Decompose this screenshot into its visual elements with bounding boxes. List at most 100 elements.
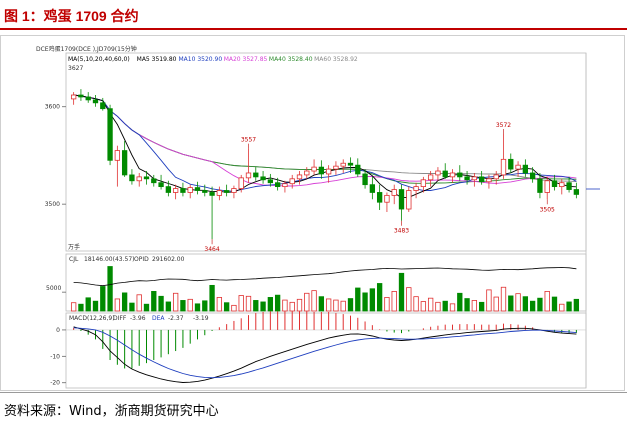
candle-up (245, 172, 252, 179)
volume-bar (121, 292, 128, 312)
candle-up (486, 178, 492, 183)
candle-down (267, 179, 274, 184)
candle-up (340, 162, 346, 167)
candle-down (566, 182, 572, 190)
macd-axis: 0 -10 -20 (50, 327, 66, 387)
volume-bar (107, 266, 113, 312)
volume-bar (180, 300, 186, 312)
top-left-value: 3627 (68, 65, 83, 72)
volume-bar (573, 298, 580, 312)
volume-bar (311, 290, 317, 312)
volume-bar (529, 300, 536, 312)
volume-bar (508, 295, 514, 312)
volume-bar (296, 298, 303, 312)
kline-chart: DCE鸡蛋1709(DCE ),JD709(15分钟 MA(5,10,20,40… (36, 45, 600, 389)
volume-bar (362, 292, 368, 312)
candle-down (318, 166, 325, 175)
volume-legend: CJL 18146.00(43.57) OPID 291602.00 (69, 256, 185, 263)
volume-bar (486, 289, 492, 312)
candle-down (347, 162, 354, 166)
candle-down (85, 96, 91, 101)
dea-value: -2.37 (168, 315, 184, 322)
candle-up (172, 188, 179, 193)
volume-bar (449, 303, 456, 312)
candle-up (406, 190, 412, 210)
candle-up (413, 186, 419, 191)
ma-legend: MA(5,10,20,40,60,0) MA5 3519.80 MA10 3520.… (68, 56, 358, 63)
ma-legend-entry: MA60 3528.92 (314, 56, 358, 63)
volume-bar (231, 304, 237, 312)
candle-up (384, 194, 390, 203)
annotation-label: 3505 (540, 206, 555, 213)
candle-up (70, 94, 77, 100)
candle-down (398, 189, 405, 210)
candle-up (427, 174, 434, 181)
chart-header: DCE鸡蛋1709(DCE ),JD709(15分钟 (36, 45, 137, 53)
diff-value: -3.96 (130, 315, 146, 322)
volume-bar (551, 296, 558, 312)
price-tick-label: 3500 (45, 201, 60, 208)
volume-bar (413, 296, 419, 312)
volume-bar (325, 298, 332, 312)
ma-legend-entry: MA(5,10,20,40,60,0) (68, 56, 130, 63)
candle-down (158, 182, 164, 188)
unit-label: 万手 (68, 243, 80, 251)
candle-down (442, 170, 448, 178)
candle-up (544, 180, 550, 193)
volume-bar (559, 303, 565, 312)
candle-down (78, 94, 84, 98)
oi-value: 291602.00 (152, 256, 185, 263)
volume-bar (493, 296, 499, 312)
annotation-label: 3464 (204, 246, 219, 253)
candle-up (282, 183, 288, 188)
volume-bar (333, 299, 339, 312)
candle-up (493, 174, 499, 180)
volume-bar (158, 295, 164, 312)
candle-up (311, 166, 317, 172)
volume-bar (274, 294, 281, 312)
volume-value: 18146.00(43.57) (84, 256, 135, 263)
candle-down (522, 164, 529, 174)
candle-down (100, 102, 106, 110)
candle-up (296, 174, 303, 180)
candle-down (573, 189, 580, 195)
volume-bar (151, 290, 157, 312)
candle-up (435, 170, 441, 176)
volume-bar (165, 301, 172, 312)
main-plot-bg (65, 52, 587, 252)
volume-bar (187, 298, 193, 312)
candle-down (529, 172, 536, 180)
candle-up (449, 172, 456, 178)
candle-down (107, 108, 113, 161)
volume-bar (537, 297, 543, 312)
candle-up (187, 187, 193, 193)
diff-label: DIFF (113, 315, 127, 322)
macd-value: -3.19 (193, 315, 209, 322)
volume-bar (114, 298, 121, 312)
candle-down (129, 174, 135, 182)
volume-bar (209, 284, 215, 312)
candle-down (92, 99, 99, 104)
volume-title: CJL (69, 256, 79, 263)
candle-down (457, 172, 463, 178)
volume-bar (129, 302, 135, 312)
macd-tick-label: -10 (50, 353, 60, 360)
volume-bar (478, 301, 485, 312)
candle-up (325, 168, 332, 175)
volume-bar (355, 287, 361, 312)
candle-up (500, 158, 507, 176)
volume-bar (253, 300, 259, 312)
annotation-label: 3572 (496, 122, 511, 129)
volume-bar (435, 301, 441, 312)
candle-up (391, 189, 397, 196)
volume-bar (522, 296, 529, 312)
price-tick-label: 3600 (45, 104, 60, 111)
volume-bar (260, 301, 266, 312)
candle-down (202, 190, 208, 193)
volume-axis-tick: 5000 (46, 285, 61, 292)
candle-up (471, 176, 478, 181)
candle-down (121, 150, 128, 176)
candle-up (114, 150, 121, 161)
candle-down (508, 158, 514, 170)
annotation-label: 3557 (241, 137, 256, 144)
